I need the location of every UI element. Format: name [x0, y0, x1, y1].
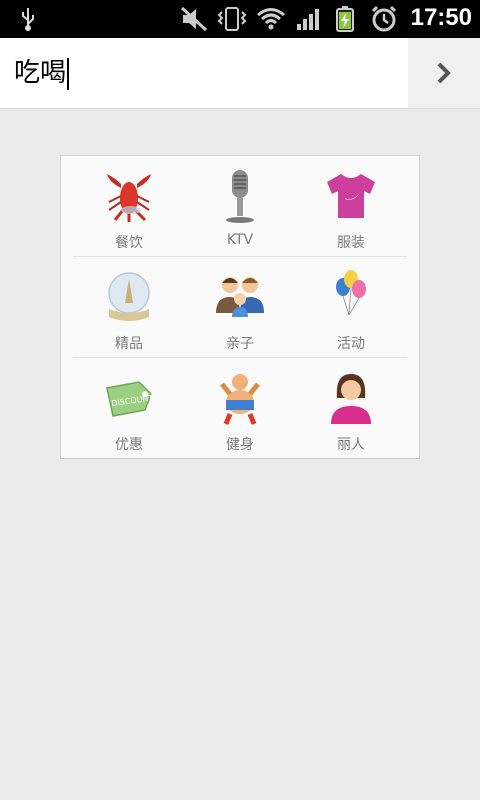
category-label: KTV [226, 232, 254, 248]
category-label: 服装 [337, 235, 365, 251]
category-fitness[interactable]: 健身 [184, 358, 296, 458]
category-boutique[interactable]: 精品 [73, 257, 185, 357]
status-time: 17:50 [410, 4, 472, 31]
category-row: 精品 亲子 活动 [73, 257, 407, 357]
tshirt-icon [323, 168, 379, 224]
discount-tag-icon: DISCOUNT [101, 370, 157, 426]
mute-icon [180, 6, 208, 32]
category-label: 精品 [115, 336, 143, 352]
text-cursor [67, 57, 70, 90]
lobster-icon [101, 168, 157, 224]
search-input[interactable]: 吃喝 [14, 54, 394, 92]
category-label: 亲子 [226, 336, 254, 352]
search-value: 吃喝 [14, 58, 67, 88]
category-row: DISCOUNT 优惠 健身 丽人 [73, 358, 407, 458]
category-label: 优惠 [115, 437, 143, 453]
go-button[interactable] [408, 38, 480, 108]
signal-icon [296, 6, 322, 32]
balloons-icon [323, 269, 379, 325]
category-row: 餐饮 KTV 服装 [73, 156, 407, 256]
category-clothing[interactable]: 服装 [295, 156, 407, 256]
usb-icon [16, 6, 40, 32]
category-label: 活动 [337, 336, 365, 352]
fitness-icon [212, 370, 268, 426]
category-beauty[interactable]: 丽人 [295, 358, 407, 458]
category-label: 丽人 [337, 437, 365, 453]
microphone-icon [212, 168, 268, 224]
chevron-right-icon [437, 62, 451, 84]
snow-globe-icon [101, 269, 157, 325]
category-label: 健身 [226, 437, 254, 453]
category-ktv[interactable]: KTV [184, 156, 296, 256]
family-icon [212, 269, 268, 325]
woman-icon [323, 370, 379, 426]
battery-icon [334, 6, 356, 32]
wifi-icon [256, 6, 286, 32]
status-bar: 17:50 [0, 0, 480, 38]
alarm-icon [370, 5, 398, 32]
category-grid: 餐饮 KTV 服装 精品 亲子 活动 DISCOUNT 优惠 健身 丽人 [60, 155, 420, 459]
category-label: 餐饮 [115, 235, 143, 251]
vibrate-icon [216, 6, 248, 32]
category-discount[interactable]: DISCOUNT 优惠 [73, 358, 185, 458]
category-parent-child[interactable]: 亲子 [184, 257, 296, 357]
category-dining[interactable]: 餐饮 [73, 156, 185, 256]
category-events[interactable]: 活动 [295, 257, 407, 357]
